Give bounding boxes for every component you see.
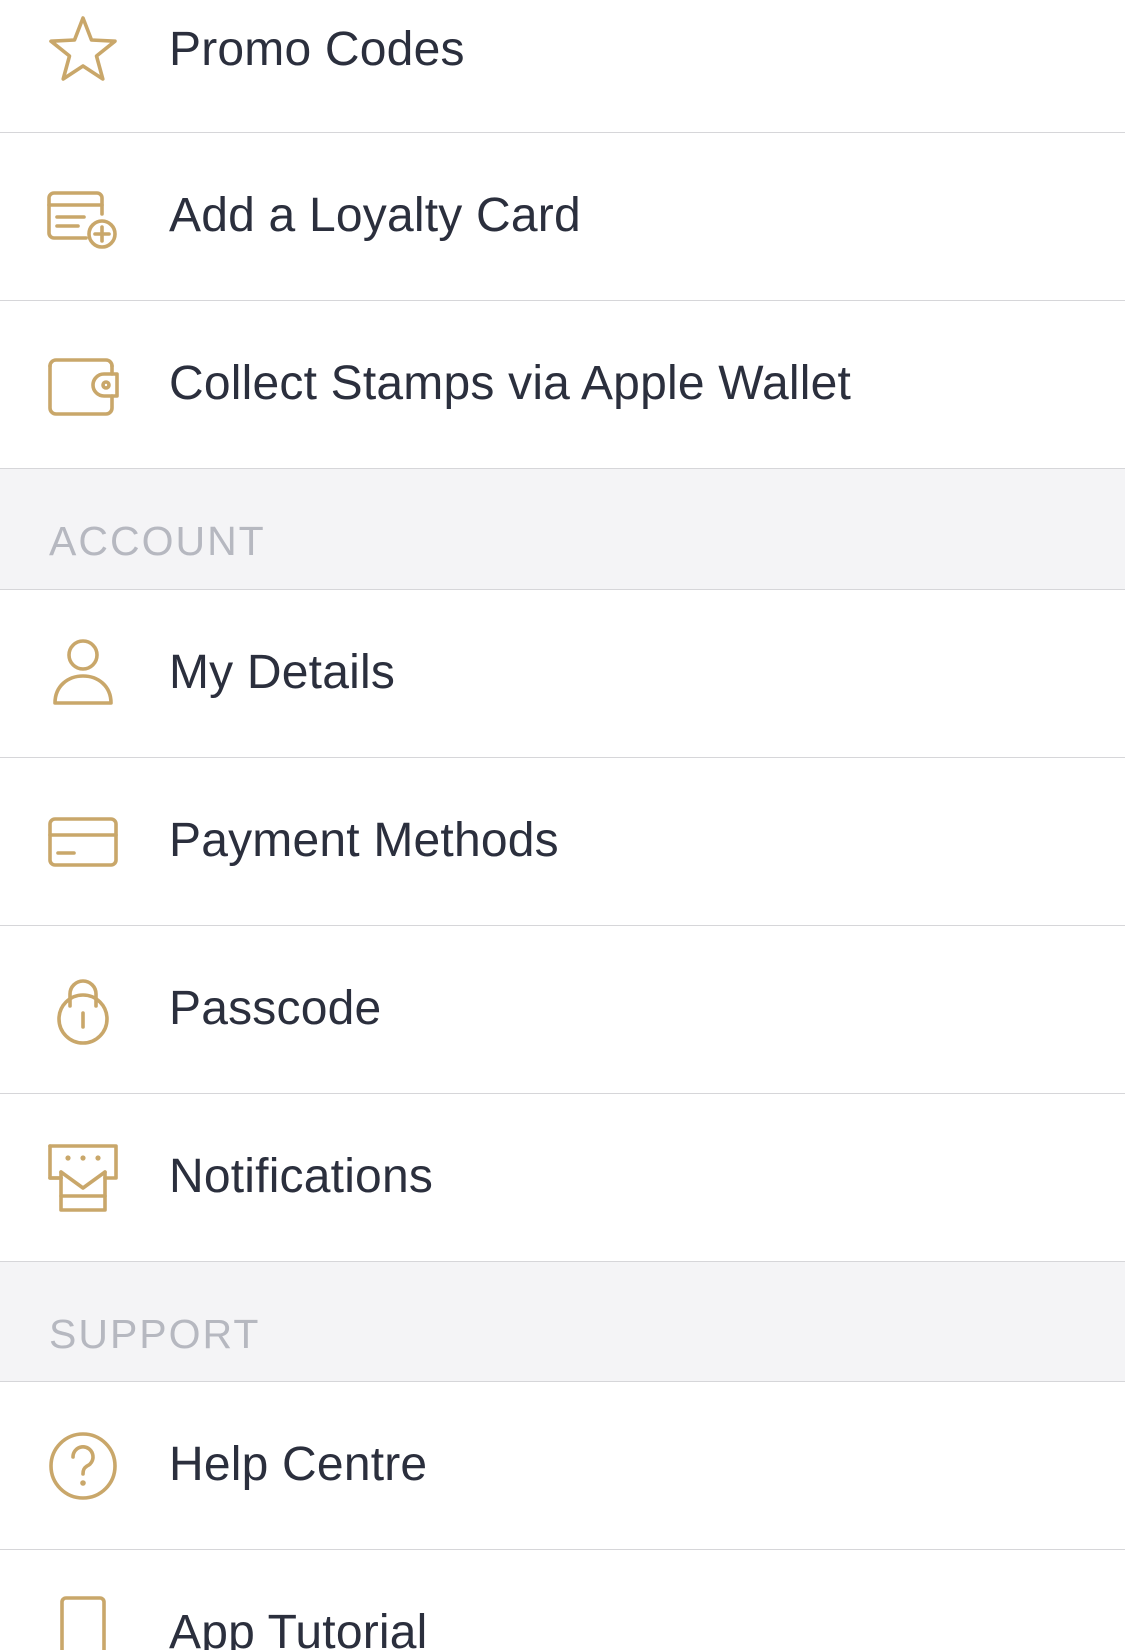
add-card-icon bbox=[44, 178, 122, 256]
phone-icon bbox=[44, 1594, 122, 1650]
support-section-title: SUPPORT bbox=[49, 1311, 261, 1357]
user-icon bbox=[44, 634, 122, 712]
notification-icon bbox=[44, 1138, 122, 1216]
help-centre-label: Help Centre bbox=[169, 1438, 428, 1491]
credit-card-icon bbox=[44, 803, 122, 881]
payment-methods-row[interactable]: Payment Methods bbox=[0, 758, 1125, 926]
support-section-header: SUPPORT bbox=[0, 1262, 1125, 1382]
question-circle-icon bbox=[44, 1427, 122, 1505]
my-details-row[interactable]: My Details bbox=[0, 590, 1125, 758]
account-section-header: ACCOUNT bbox=[0, 469, 1125, 590]
notifications-label: Notifications bbox=[169, 1150, 434, 1203]
passcode-row[interactable]: Passcode bbox=[0, 926, 1125, 1094]
payment-methods-label: Payment Methods bbox=[169, 814, 559, 867]
help-centre-row[interactable]: Help Centre bbox=[0, 1382, 1125, 1550]
account-section-title: ACCOUNT bbox=[49, 518, 266, 564]
notifications-row[interactable]: Notifications bbox=[0, 1094, 1125, 1262]
padlock-icon bbox=[44, 970, 122, 1048]
app-tutorial-label: App Tutorial bbox=[169, 1606, 428, 1650]
settings-list: Promo Codes Add a Loyalty Card Collect S… bbox=[0, 0, 1125, 1650]
promo-codes-row[interactable]: Promo Codes bbox=[0, 0, 1125, 133]
wallet-icon bbox=[44, 346, 122, 424]
passcode-label: Passcode bbox=[169, 982, 382, 1035]
my-details-label: My Details bbox=[169, 646, 396, 699]
add-loyalty-card-label: Add a Loyalty Card bbox=[169, 189, 581, 242]
add-loyalty-card-row[interactable]: Add a Loyalty Card bbox=[0, 133, 1125, 301]
app-tutorial-row[interactable]: App Tutorial bbox=[0, 1550, 1125, 1650]
promo-codes-label: Promo Codes bbox=[169, 23, 465, 76]
apple-wallet-row[interactable]: Collect Stamps via Apple Wallet bbox=[0, 301, 1125, 469]
apple-wallet-label: Collect Stamps via Apple Wallet bbox=[169, 357, 852, 410]
star-icon bbox=[44, 12, 122, 90]
